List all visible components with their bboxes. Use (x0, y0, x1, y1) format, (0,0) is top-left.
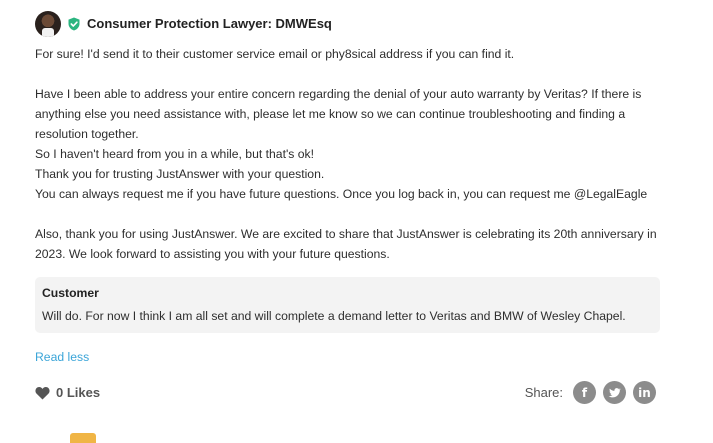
next-message-avatar (70, 433, 96, 443)
read-less-link[interactable]: Read less (35, 350, 89, 364)
linkedin-icon[interactable]: in (633, 381, 656, 404)
verified-check-icon (68, 17, 80, 30)
twitter-icon[interactable] (603, 381, 626, 404)
expert-avatar[interactable] (35, 10, 61, 37)
expert-header: Consumer Protection Lawyer: DMWEsq (35, 10, 332, 37)
message-paragraph: Thank you for trusting JustAnswer with y… (35, 167, 325, 181)
customer-reply: Customer Will do. For now I think I am a… (35, 277, 660, 333)
customer-label: Customer (42, 286, 99, 300)
message-paragraph: Also, thank you for using JustAnswer. We… (35, 227, 657, 261)
message-body: For sure! I'd send it to their customer … (35, 44, 665, 264)
expert-name: Consumer Protection Lawyer: DMWEsq (87, 16, 332, 31)
heart-icon (35, 386, 50, 400)
message-paragraph: So I haven't heard from you in a while, … (35, 147, 315, 161)
customer-message: Will do. For now I think I am all set an… (42, 309, 626, 323)
message-paragraph: For sure! I'd send it to their customer … (35, 47, 515, 61)
likes-count: 0 Likes (56, 385, 101, 400)
share-label: Share: (524, 385, 563, 400)
like-button[interactable]: 0 Likes (35, 385, 100, 400)
message-paragraph: You can always request me if you have fu… (35, 187, 648, 201)
share-bar: Share: f in (525, 381, 656, 404)
facebook-icon[interactable]: f (573, 381, 596, 404)
message-paragraph: Have I been able to address your entire … (35, 87, 642, 141)
